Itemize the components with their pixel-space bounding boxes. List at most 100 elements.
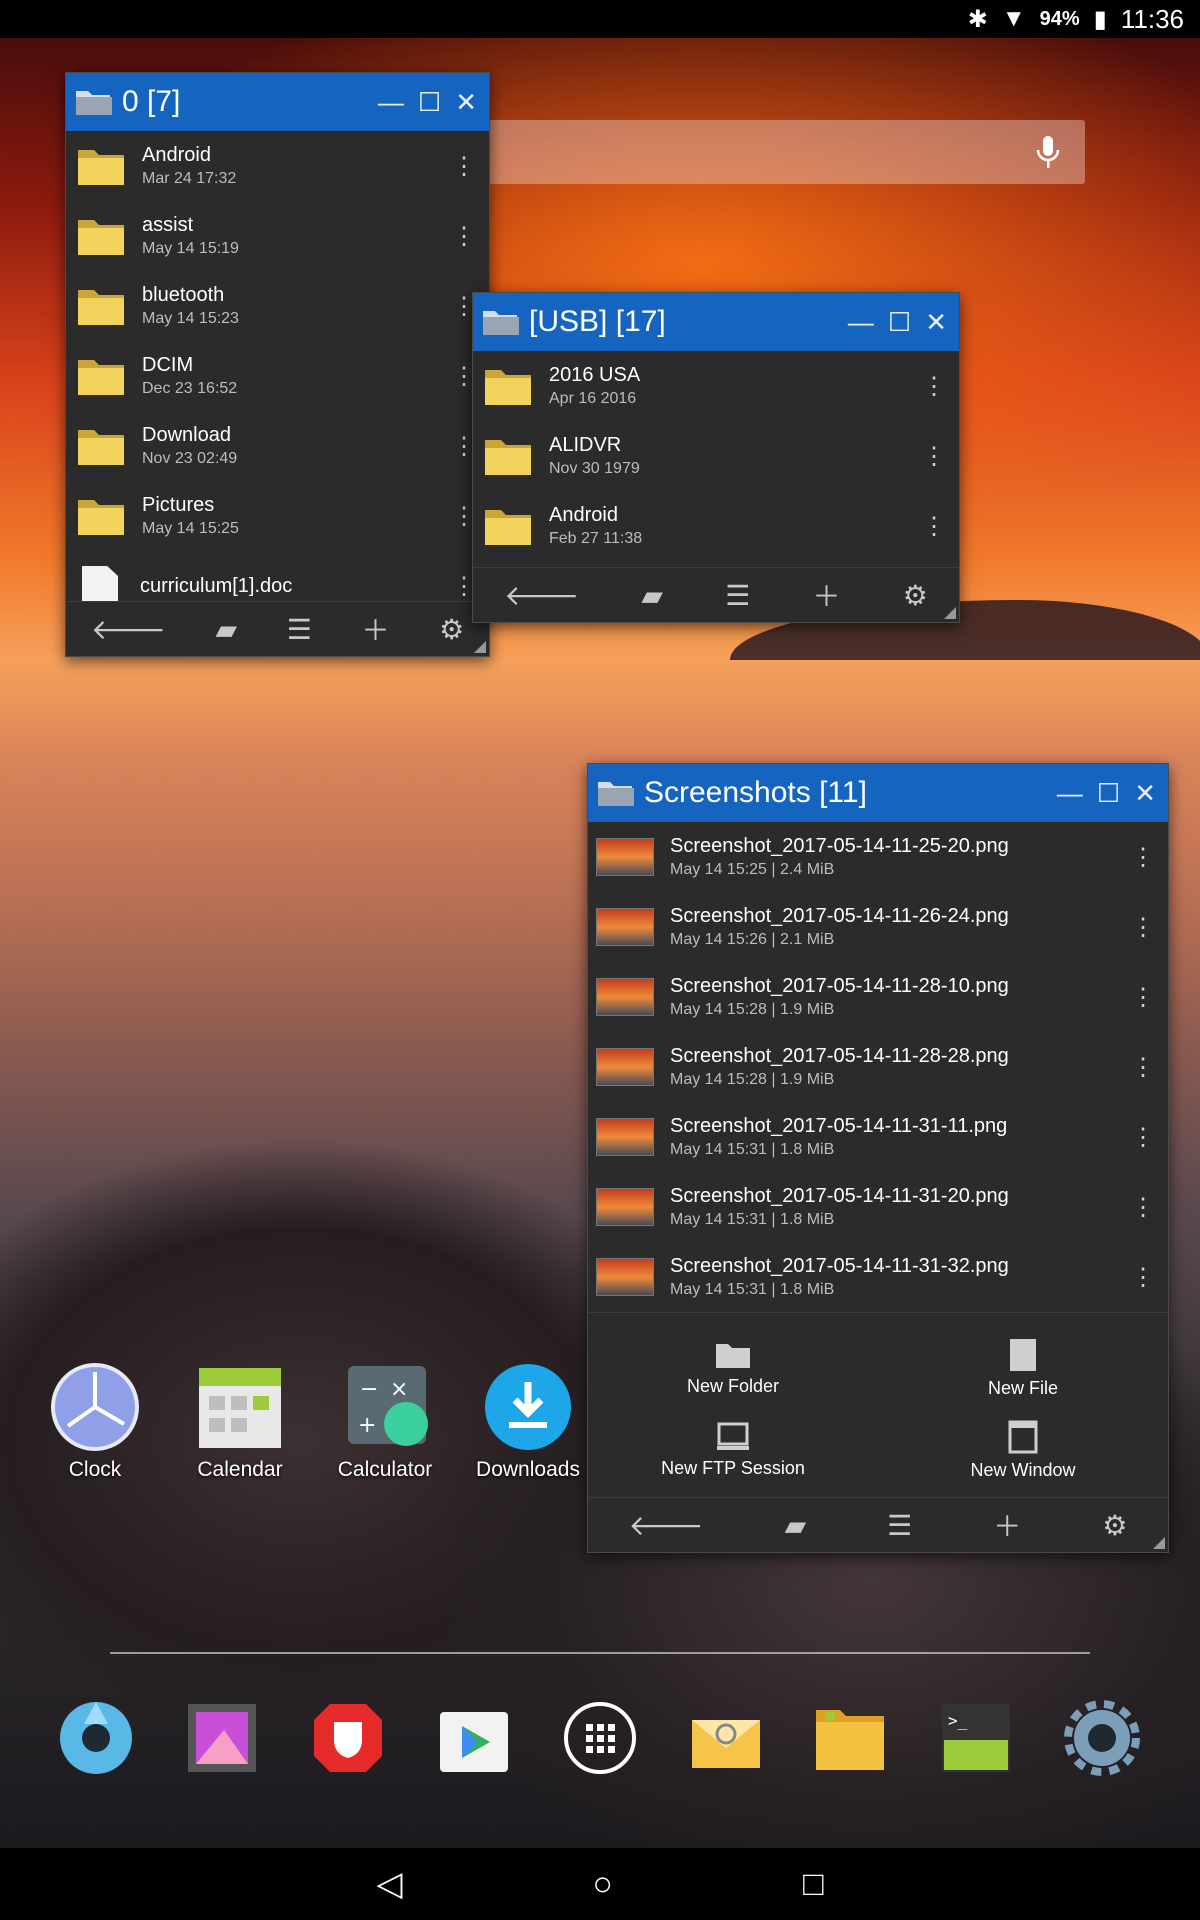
item-name: Android bbox=[549, 504, 618, 526]
desktop-app-calculator[interactable]: − × + Calculator bbox=[315, 1362, 455, 1482]
minimize-icon[interactable]: — bbox=[1057, 780, 1083, 806]
list-item[interactable]: Download Nov 23 02:49 ⋮ bbox=[66, 411, 489, 481]
list-item[interactable]: 2016 USA Apr 16 2016 ⋮ bbox=[473, 351, 959, 421]
close-icon[interactable]: ✕ bbox=[455, 89, 477, 115]
back-arrow-icon[interactable]: 🡐 bbox=[91, 612, 166, 646]
maximize-icon[interactable]: ☐ bbox=[888, 309, 911, 335]
clock-time: 11:36 bbox=[1120, 3, 1184, 34]
more-options-icon[interactable]: ⋮ bbox=[1128, 913, 1158, 942]
add-icon[interactable]: ＋ bbox=[813, 575, 841, 615]
back-icon[interactable]: ◁ bbox=[376, 1864, 402, 1904]
list-item[interactable]: Screenshot_2017-05-14-11-28-10.png May 14… bbox=[588, 962, 1168, 1032]
file-manager-icon[interactable] bbox=[812, 1700, 888, 1776]
open-folder-icon[interactable]: ▰ bbox=[641, 579, 663, 612]
microphone-icon[interactable] bbox=[1033, 134, 1063, 170]
more-options-icon[interactable]: ⋮ bbox=[1128, 1123, 1158, 1152]
resize-handle[interactable] bbox=[474, 641, 486, 653]
close-icon[interactable]: ✕ bbox=[925, 309, 947, 335]
item-name: assist bbox=[142, 214, 194, 236]
app-drawer-icon[interactable] bbox=[562, 1700, 638, 1776]
file-list: Android Mar 24 17:32 ⋮ assist May 14 15:19… bbox=[66, 131, 489, 601]
image-thumbnail bbox=[596, 908, 654, 946]
list-item[interactable]: ALIDVR Nov 30 1979 ⋮ bbox=[473, 421, 959, 491]
list-item[interactable]: Screenshot_2017-05-14-11-28-28.png May 14… bbox=[588, 1032, 1168, 1102]
more-options-icon[interactable]: ⋮ bbox=[449, 152, 479, 181]
item-meta: May 14 15:25 | 2.4 MiB bbox=[670, 861, 835, 878]
list-item[interactable]: Android Mar 24 17:32 ⋮ bbox=[66, 131, 489, 201]
list-view-icon[interactable]: ☰ bbox=[725, 579, 750, 612]
back-arrow-icon[interactable]: 🡐 bbox=[629, 1508, 704, 1542]
list-item[interactable]: Screenshot_2017-05-14-11-25-20.png May 14… bbox=[588, 822, 1168, 892]
image-thumbnail bbox=[596, 1258, 654, 1296]
file-window-usb[interactable]: [USB] [17] — ☐ ✕ 2016 USA Apr 16 2016 ⋮ A… bbox=[472, 292, 960, 623]
add-icon[interactable]: ＋ bbox=[993, 1505, 1021, 1545]
recents-icon[interactable]: □ bbox=[803, 1865, 824, 1904]
add-icon[interactable]: ＋ bbox=[361, 609, 389, 649]
list-item[interactable]: bluetooth May 14 15:23 ⋮ bbox=[66, 271, 489, 341]
app-label: Calculator bbox=[337, 1458, 433, 1481]
window-titlebar[interactable]: [USB] [17] — ☐ ✕ bbox=[473, 293, 959, 351]
desktop-app-downloads[interactable]: Downloads bbox=[458, 1362, 598, 1482]
new-folder-button[interactable]: New Folder bbox=[588, 1327, 878, 1409]
resize-handle[interactable] bbox=[944, 607, 956, 619]
more-options-icon[interactable]: ⋮ bbox=[1128, 843, 1158, 872]
more-options-icon[interactable]: ⋮ bbox=[1128, 1053, 1158, 1082]
close-icon[interactable]: ✕ bbox=[1134, 780, 1156, 806]
new-file-button[interactable]: New File bbox=[878, 1327, 1168, 1409]
new-ftp-session-button[interactable]: New FTP Session bbox=[588, 1409, 878, 1491]
window-titlebar[interactable]: 0 [7] — ☐ ✕ bbox=[66, 73, 489, 131]
list-item[interactable]: Screenshot_2017-05-14-11-31-11.png May 14… bbox=[588, 1102, 1168, 1172]
security-icon[interactable] bbox=[310, 1700, 386, 1776]
settings-icon[interactable]: ⚙ bbox=[903, 579, 928, 612]
list-item[interactable]: Android Feb 27 11:38 ⋮ bbox=[473, 491, 959, 561]
item-meta: Apr 16 2016 bbox=[549, 390, 637, 407]
back-arrow-icon[interactable]: 🡐 bbox=[504, 578, 579, 612]
file-window-screenshots[interactable]: Screenshots [11] — ☐ ✕ Screenshot_2017-0… bbox=[587, 763, 1169, 1553]
camera-icon[interactable] bbox=[58, 1700, 134, 1776]
maximize-icon[interactable]: ☐ bbox=[418, 89, 441, 115]
more-options-icon[interactable]: ⋮ bbox=[1128, 1193, 1158, 1222]
more-options-icon[interactable]: ⋮ bbox=[919, 512, 949, 541]
settings-icon[interactable]: ⚙ bbox=[1102, 1509, 1127, 1542]
maximize-icon[interactable]: ☐ bbox=[1097, 780, 1120, 806]
list-item[interactable]: Screenshot_2017-05-14-11-31-32.png May 14… bbox=[588, 1242, 1168, 1312]
minimize-icon[interactable]: — bbox=[378, 89, 404, 115]
home-icon[interactable]: ○ bbox=[593, 1865, 614, 1904]
open-folder-icon[interactable]: ▰ bbox=[785, 1509, 807, 1542]
window-toolbar: 🡐 ▰ ☰ ＋ ⚙ bbox=[473, 567, 959, 622]
email-icon[interactable] bbox=[688, 1700, 764, 1776]
list-item[interactable]: DCIM Dec 23 16:52 ⋮ bbox=[66, 341, 489, 411]
window-toolbar: 🡐 ▰ ☰ ＋ ⚙ bbox=[66, 601, 489, 656]
more-options-icon[interactable]: ⋮ bbox=[919, 442, 949, 471]
window-titlebar[interactable]: Screenshots [11] — ☐ ✕ bbox=[588, 764, 1168, 822]
minimize-icon[interactable]: — bbox=[848, 309, 874, 335]
desktop-app-calendar[interactable]: Calendar bbox=[170, 1362, 310, 1482]
wifi-icon: ▼ bbox=[1001, 5, 1026, 32]
settings-icon[interactable] bbox=[1064, 1700, 1140, 1776]
search-widget[interactable] bbox=[470, 120, 1085, 184]
more-options-icon[interactable]: ⋮ bbox=[449, 222, 479, 251]
action-label: New Folder bbox=[686, 1375, 780, 1396]
app-label: Downloads bbox=[476, 1458, 580, 1481]
battery-icon: ▮ bbox=[1093, 5, 1107, 33]
list-item[interactable]: Pictures May 14 15:25 ⋮ bbox=[66, 481, 489, 551]
app-label: Calendar bbox=[197, 1458, 283, 1481]
more-options-icon[interactable]: ⋮ bbox=[1128, 1263, 1158, 1292]
list-item[interactable]: assist May 14 15:19 ⋮ bbox=[66, 201, 489, 271]
list-item[interactable]: curriculum[1].doc ⋮ bbox=[66, 551, 489, 601]
open-folder-icon[interactable]: ▰ bbox=[216, 613, 238, 646]
list-view-icon[interactable]: ☰ bbox=[287, 613, 312, 646]
terminal-icon[interactable]: >_ bbox=[938, 1700, 1014, 1776]
list-item[interactable]: Screenshot_2017-05-14-11-31-20.png May 14… bbox=[588, 1172, 1168, 1242]
new-window-button[interactable]: New Window bbox=[878, 1409, 1168, 1491]
play-store-icon[interactable] bbox=[436, 1700, 512, 1776]
desktop-app-clock[interactable]: Clock bbox=[25, 1362, 165, 1482]
list-item[interactable]: Screenshot_2017-05-14-11-26-24.png May 14… bbox=[588, 892, 1168, 962]
file-window-internal[interactable]: 0 [7] — ☐ ✕ Android Mar 24 17:32 ⋮ assist… bbox=[65, 72, 490, 657]
list-view-icon[interactable]: ☰ bbox=[887, 1509, 912, 1542]
resize-handle[interactable] bbox=[1153, 1537, 1165, 1549]
more-options-icon[interactable]: ⋮ bbox=[1128, 983, 1158, 1012]
more-options-icon[interactable]: ⋮ bbox=[919, 372, 949, 401]
gallery-icon[interactable] bbox=[184, 1700, 260, 1776]
settings-icon[interactable]: ⚙ bbox=[439, 613, 464, 646]
